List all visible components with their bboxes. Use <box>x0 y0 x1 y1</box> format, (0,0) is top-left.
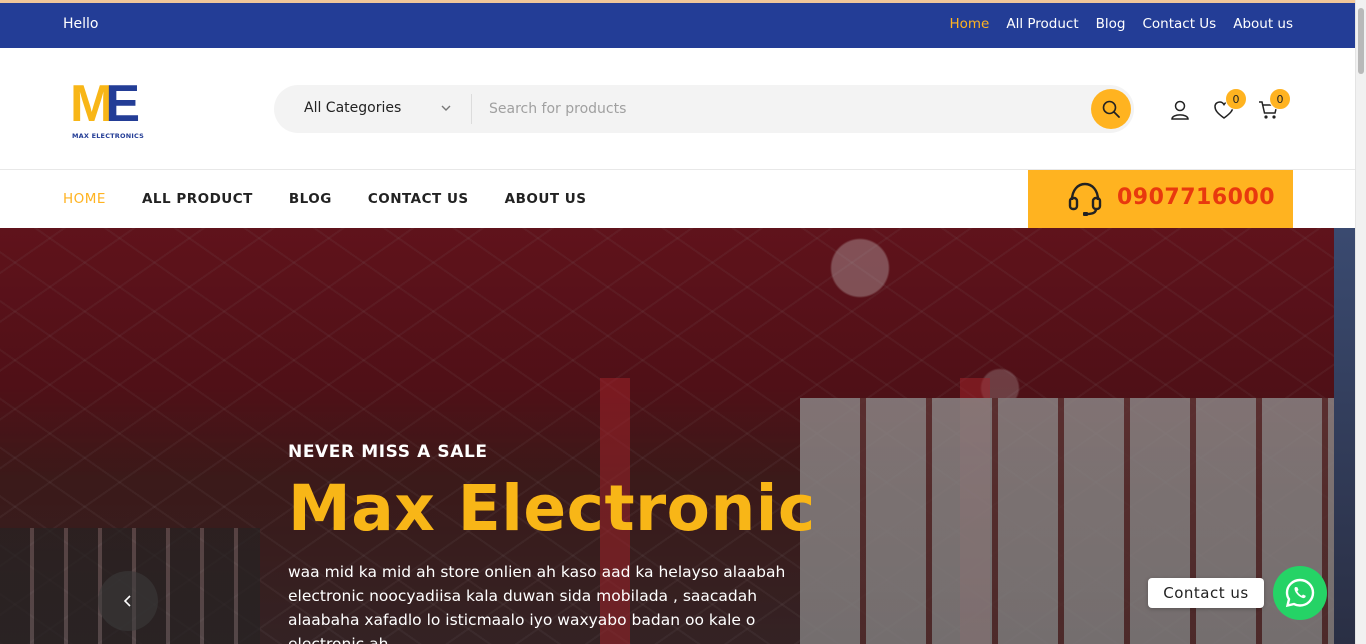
user-icon[interactable] <box>1169 99 1191 121</box>
hero-title: Max Electronic <box>288 472 816 545</box>
nav-link-about-us[interactable]: ABOUT US <box>505 191 587 207</box>
page-scrollbar[interactable] <box>1355 0 1366 644</box>
main-nav: HOME ALL PRODUCT BLOG CONTACT US ABOUT U… <box>0 170 1355 228</box>
search-input[interactable] <box>479 93 1079 125</box>
wishlist-count-badge: 0 <box>1225 88 1247 110</box>
logo-mark: ME <box>70 75 140 133</box>
chevron-left-icon <box>123 595 131 607</box>
top-links: Home All Product Blog Contact Us About u… <box>949 16 1293 32</box>
whatsapp-icon <box>1285 578 1315 608</box>
search-divider <box>471 94 472 124</box>
hero-description: waa mid ka mid ah store onlien ah kaso a… <box>288 563 786 644</box>
phone-box[interactable]: 0907716000 <box>1028 170 1293 228</box>
top-link-all-product[interactable]: All Product <box>1006 16 1078 32</box>
top-bar: Hello Home All Product Blog Contact Us A… <box>0 0 1355 48</box>
phone-number[interactable]: 0907716000 <box>1117 185 1275 210</box>
search-bar: All Categories <box>274 85 1134 133</box>
top-link-contact-us[interactable]: Contact Us <box>1142 16 1216 32</box>
search-button[interactable] <box>1091 89 1131 129</box>
top-link-blog[interactable]: Blog <box>1096 16 1126 32</box>
nav-link-blog[interactable]: BLOG <box>289 191 332 207</box>
nav-links: HOME ALL PRODUCT BLOG CONTACT US ABOUT U… <box>63 191 586 207</box>
logo-text: MAX ELECTRONICS <box>72 132 144 140</box>
site-logo[interactable]: ME MAX ELECTRONICS <box>70 75 144 144</box>
whatsapp-button[interactable] <box>1273 566 1327 620</box>
headset-icon <box>1068 182 1102 216</box>
cart-count-badge: 0 <box>1269 88 1291 110</box>
contact-us-label[interactable]: Contact us <box>1148 578 1264 608</box>
main-header: ME MAX ELECTRONICS All Categories 0 0 <box>0 48 1355 170</box>
hero-kicker: NEVER MISS A SALE <box>288 442 488 462</box>
chevron-down-icon[interactable] <box>440 102 452 114</box>
nav-link-contact-us[interactable]: CONTACT US <box>368 191 469 207</box>
nav-link-home[interactable]: HOME <box>63 191 106 207</box>
search-icon <box>1102 100 1120 118</box>
next-slide-peek <box>1334 228 1355 644</box>
greeting-text: Hello <box>63 16 99 32</box>
top-link-about-us[interactable]: About us <box>1233 16 1293 32</box>
nav-link-all-product[interactable]: ALL PRODUCT <box>142 191 253 207</box>
scrollbar-thumb[interactable] <box>1358 8 1364 74</box>
category-select[interactable]: All Categories <box>304 100 401 116</box>
top-link-home[interactable]: Home <box>949 16 989 32</box>
prev-slide-button[interactable] <box>98 571 158 631</box>
